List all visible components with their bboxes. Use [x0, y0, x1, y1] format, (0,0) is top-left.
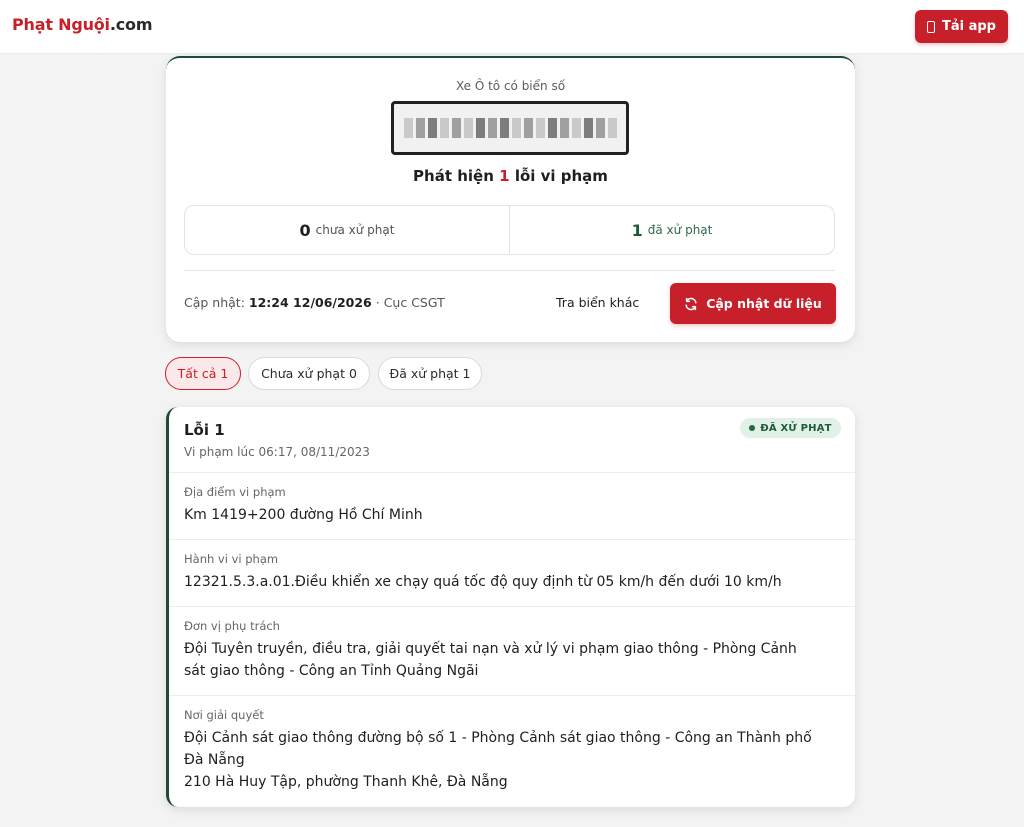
filter-paid[interactable]: Đã xử phạt 1 [378, 357, 482, 390]
plate-pixel [487, 118, 497, 138]
refresh-icon [685, 297, 697, 310]
top-bar: Phạt Nguội.com Tải app [0, 0, 1024, 54]
section-value: 12321.5.3.a.01.Điều khiển xe chạy quá tố… [184, 571, 840, 593]
plate-pixel [463, 118, 473, 138]
section-label: Địa điểm vi phạm [184, 485, 286, 499]
violation-title: Lỗi 1 [184, 421, 225, 439]
plate-pixel [583, 118, 593, 138]
section-location: Địa điểm vi phạm Km 1419+200 đường Hồ Ch… [169, 473, 855, 540]
updated-time: 12:24 12/06/2026 [248, 295, 372, 310]
stat-paid-label: đã xử phạt [647, 223, 713, 237]
last-updated: Cập nhật: 12:24 12/06/2026 · Cục CSGT [184, 295, 445, 310]
site-logo[interactable]: Phạt Nguội.com [12, 15, 152, 34]
violation-count-heading: Phát hiện 1 lỗi vi phạm [166, 167, 855, 185]
section-label: Đơn vị phụ trách [184, 619, 280, 633]
plate-pixel [415, 118, 425, 138]
plate-pixel [607, 118, 617, 138]
plate-pixel [475, 118, 485, 138]
plate-pixel [559, 118, 569, 138]
plate-pixel [523, 118, 533, 138]
plate-pixel [571, 118, 581, 138]
status-dot-icon [749, 425, 756, 431]
stats-box: 0 chưa xử phạt 1 đã xử phạt [184, 205, 835, 255]
plate-pixel [427, 118, 437, 138]
stat-unpaid: 0 chưa xử phạt [185, 206, 509, 254]
section-value: Đội Tuyên truyền, điều tra, giải quyết t… [184, 638, 840, 682]
detect-prefix: Phát hiện [413, 167, 494, 185]
plate-pixel [511, 118, 521, 138]
section-line: 12321.5.3.a.01.Điều khiển xe chạy quá tố… [184, 574, 782, 590]
refresh-data-label: Cập nhật dữ liệu [706, 296, 822, 311]
violation-time: Vi phạm lúc 06:17, 08/11/2023 [184, 445, 370, 459]
status-badge-label: ĐÃ XỬ PHẠT [760, 422, 832, 434]
section-line: Km 1419+200 đường Hồ Chí Minh [184, 507, 423, 523]
logo-brand: Phạt Nguội [12, 15, 110, 34]
status-badge: ĐÃ XỬ PHẠT [740, 418, 841, 438]
logo-tld: .com [109, 15, 153, 34]
updated-source: · Cục CSGT [375, 295, 445, 310]
updated-label: Cập nhật: [184, 295, 245, 310]
section-resolution-place: Nơi giải quyết Đội Cảnh sát giao thông đ… [169, 696, 855, 807]
plate-pixel [439, 118, 449, 138]
section-line: sát giao thông - Công an Tỉnh Quảng Ngãi [184, 663, 479, 679]
section-line: Đội Tuyên truyền, điều tra, giải quyết t… [184, 641, 797, 657]
download-app-label: Tải app [941, 19, 996, 34]
filter-unpaid[interactable]: Chưa xử phạt 0 [248, 357, 370, 390]
summary-card: Xe Ô tô có biển số Phát hiện 1 lỗi vi ph… [166, 56, 855, 342]
plate-pixel [547, 118, 557, 138]
section-line: Đà Nẵng [184, 752, 245, 768]
plate-pixel [403, 118, 413, 138]
plate-pixel [499, 118, 509, 138]
violation-card: Lỗi 1 Vi phạm lúc 06:17, 08/11/2023 ĐÃ X… [166, 407, 855, 807]
section-value: Km 1419+200 đường Hồ Chí Minh [184, 504, 840, 526]
stat-unpaid-label: chưa xử phạt [315, 223, 395, 237]
plate-pixel [595, 118, 605, 138]
violation-header: Lỗi 1 Vi phạm lúc 06:17, 08/11/2023 ĐÃ X… [169, 407, 855, 473]
section-behavior: Hành vi vi phạm 12321.5.3.a.01.Điều khiể… [169, 540, 855, 607]
stat-unpaid-count: 0 [299, 220, 311, 240]
section-line: 210 Hà Huy Tập, phường Thanh Khê, Đà Nẵn… [184, 774, 508, 790]
plate-pixel [535, 118, 545, 138]
download-app-button[interactable]: Tải app [915, 10, 1008, 43]
detect-count: 1 [499, 167, 510, 185]
stat-paid-count: 1 [631, 220, 643, 240]
section-value: Đội Cảnh sát giao thông đường bộ số 1 - … [184, 727, 840, 793]
section-line: Đội Cảnh sát giao thông đường bộ số 1 - … [184, 730, 812, 746]
stat-paid: 1 đã xử phạt [509, 206, 834, 254]
blurred-header-decoration [266, 2, 758, 28]
refresh-data-button[interactable]: Cập nhật dữ liệu [670, 283, 836, 324]
phone-icon [926, 20, 935, 33]
section-responsible-unit: Đơn vị phụ trách Đội Tuyên truyền, điều … [169, 607, 855, 696]
detect-suffix: lỗi vi phạm [514, 167, 608, 185]
section-label: Nơi giải quyết [184, 708, 264, 722]
license-plate-pixelated [391, 101, 629, 155]
vehicle-label: Xe Ô tô có biển số [455, 79, 566, 93]
filter-all[interactable]: Tất cả 1 [165, 357, 241, 390]
search-other-plate-link[interactable]: Tra biển khác [556, 295, 639, 310]
section-label: Hành vi vi phạm [184, 552, 279, 566]
plate-pixel [451, 118, 461, 138]
divider [184, 270, 835, 271]
